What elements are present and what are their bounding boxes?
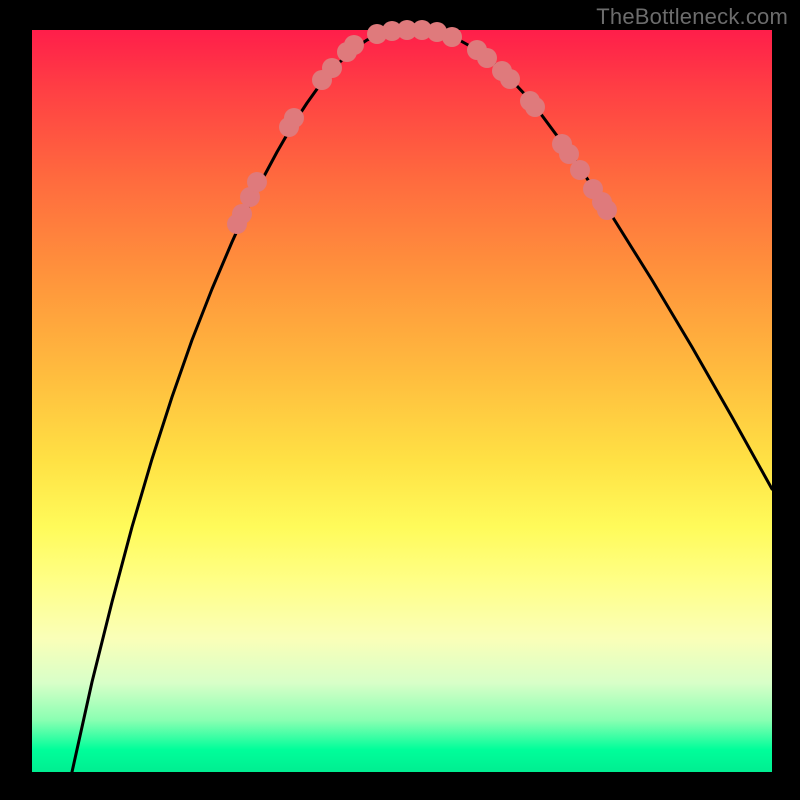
- highlight-dot: [284, 108, 304, 128]
- highlight-dot: [597, 200, 617, 220]
- highlight-dot: [247, 172, 267, 192]
- highlight-dot: [232, 204, 252, 224]
- highlight-dot: [442, 27, 462, 47]
- highlight-dot: [500, 69, 520, 89]
- highlight-dot: [525, 97, 545, 117]
- bottleneck-chart-svg: [0, 0, 800, 800]
- highlight-dot: [570, 160, 590, 180]
- highlight-dot: [322, 58, 342, 78]
- bottleneck-curve: [72, 30, 772, 772]
- chart-frame: TheBottleneck.com: [0, 0, 800, 800]
- highlight-dot: [344, 35, 364, 55]
